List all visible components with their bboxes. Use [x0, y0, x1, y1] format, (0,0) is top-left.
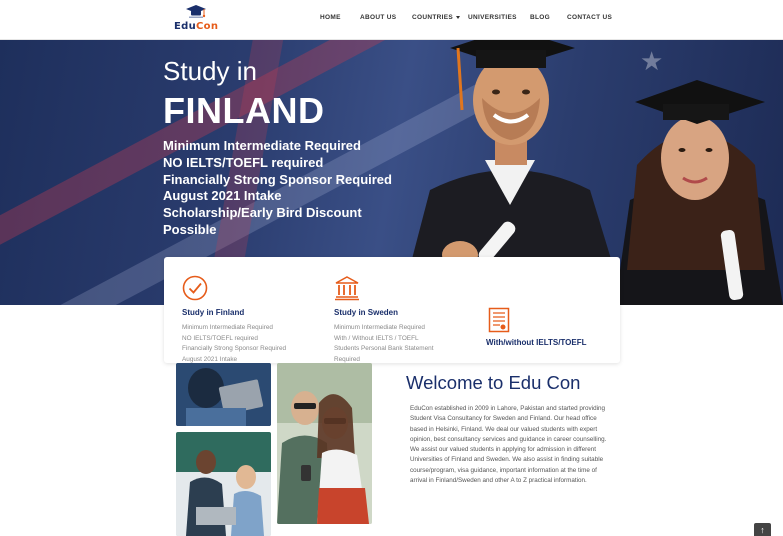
nav-home[interactable]: HOME	[320, 14, 341, 21]
logo-text-con: Con	[196, 21, 219, 32]
card-title: Study in Finland	[182, 308, 245, 317]
office-image	[176, 432, 271, 536]
scroll-to-top-button[interactable]: ↑	[754, 523, 771, 536]
photo-students-office	[176, 432, 271, 536]
hero-requirement: NO IELTS/TOEFL required	[163, 154, 324, 170]
hero-requirement: Financially Strong Sponsor Required	[163, 171, 392, 187]
card-line: Minimum Intermediate Required	[334, 324, 425, 331]
laptop-image	[176, 363, 271, 426]
card-line: August 2021 Intake	[182, 355, 238, 363]
hero-title-line1: Study in	[163, 56, 257, 86]
card-lines: Minimum Intermediate Required NO IELTS/T…	[182, 323, 286, 363]
card-line: NO IELTS/TOEFL required	[182, 334, 258, 342]
chevron-down-icon	[455, 15, 460, 19]
card-line: Required	[334, 355, 360, 363]
nav-contact-us[interactable]: CONTACT US	[567, 14, 612, 21]
page: EduCon HOME ABOUT US COUNTRIES UNIVERSIT…	[0, 0, 783, 536]
bank-building-icon	[335, 276, 359, 301]
card-study-finland[interactable]: Study in Finland Minimum Intermediate Re…	[164, 257, 314, 363]
card-title: Study in Sweden	[334, 308, 399, 317]
card-title-ielts[interactable]: With/without IELTS/TOEFL	[486, 338, 587, 347]
hero-requirement: August 2021 Intake	[163, 188, 282, 204]
nav-blog[interactable]: BLOG	[530, 14, 550, 21]
hero-requirement: Minimum Intermediate Required	[163, 138, 361, 153]
graduation-cap-icon	[186, 5, 206, 18]
card-lines: Minimum Intermediate Required With / Wit…	[334, 323, 433, 363]
card-line: Financially Strong Sponsor Required	[182, 345, 287, 352]
card-line: With / Without IELTS / TOEFL	[334, 334, 419, 342]
educon-logo[interactable]: EduCon	[172, 4, 220, 36]
photo-friends-selfie	[277, 363, 372, 524]
card-line: Students Personal Bank Statement	[334, 345, 434, 352]
nav-countries[interactable]: COUNTRIES	[412, 14, 460, 21]
hero-requirement: Possible	[163, 221, 217, 237]
card-line: Minimum Intermediate Required	[182, 324, 273, 331]
site-header: EduCon HOME ABOUT US COUNTRIES UNIVERSIT…	[0, 0, 783, 40]
hero-title-line2: FINLAND	[163, 90, 325, 131]
graduate-woman-illustration	[615, 80, 783, 305]
selfie-image	[277, 363, 372, 524]
arrow-up-icon: ↑	[760, 525, 765, 535]
welcome-title: Welcome to Edu Con	[406, 372, 581, 393]
checkmark-circle-icon	[182, 275, 208, 301]
certificate-document-icon[interactable]	[488, 307, 510, 333]
logo-text-edu: Edu	[174, 21, 197, 32]
hero-requirements: Minimum Intermediate Required NO IELTS/T…	[163, 138, 393, 239]
hero-requirement: Scholarship/Early Bird Discount	[163, 205, 362, 221]
nav-countries-label: COUNTRIES	[412, 14, 453, 21]
nav-universities[interactable]: UNIVERSITIES	[468, 14, 517, 21]
photo-student-laptop	[176, 363, 271, 426]
nav-about-us[interactable]: ABOUT US	[360, 14, 396, 21]
card-study-sweden[interactable]: Study in Sweden Minimum Intermediate Req…	[316, 257, 466, 363]
welcome-paragraph: EduCon established in 2009 in Lahore, Pa…	[410, 405, 607, 485]
logo-text: EduCon	[174, 21, 218, 32]
features-panel: Study in Finland Minimum Intermediate Re…	[164, 257, 620, 363]
